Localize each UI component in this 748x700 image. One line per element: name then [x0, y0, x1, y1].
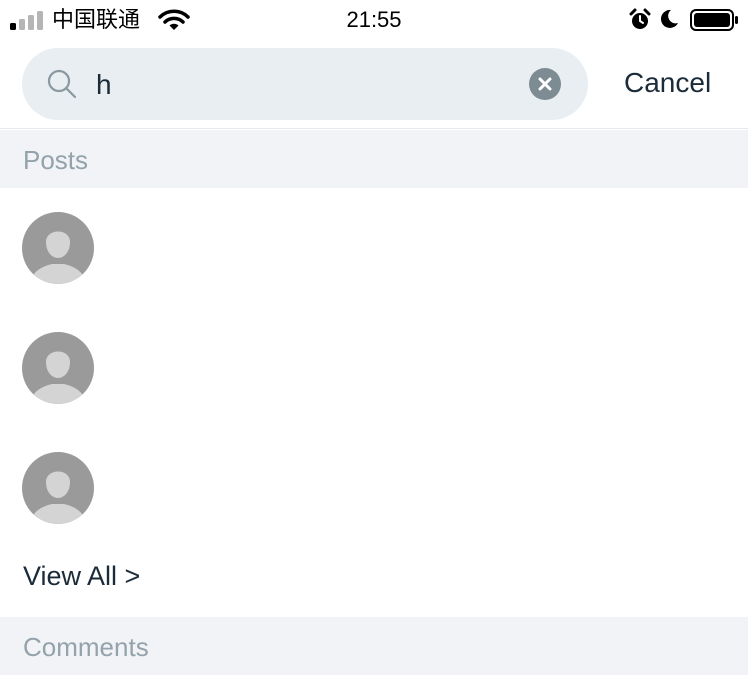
default-avatar-icon: [22, 212, 94, 284]
clear-search-button[interactable]: [529, 68, 561, 100]
post-avatar[interactable]: [22, 332, 94, 404]
search-field[interactable]: [22, 48, 588, 120]
search-icon: [47, 69, 77, 99]
do-not-disturb-icon: [660, 9, 678, 28]
battery-icon: [690, 9, 738, 31]
cancel-button[interactable]: Cancel: [624, 66, 711, 100]
posts-section-header: Posts: [0, 130, 748, 188]
comments-section-header: Comments: [0, 617, 748, 675]
view-all-posts-link[interactable]: View All >: [23, 559, 140, 593]
status-bar: 中国联通 21:55: [0, 0, 748, 40]
default-avatar-icon: [22, 452, 94, 524]
alarm-icon: [629, 8, 651, 29]
post-avatar[interactable]: [22, 452, 94, 524]
default-avatar-icon: [22, 332, 94, 404]
search-bar: Cancel: [0, 40, 748, 129]
posts-section-title: Posts: [23, 145, 89, 175]
comments-section-title: Comments: [23, 632, 149, 662]
search-input[interactable]: [94, 64, 518, 106]
post-avatar[interactable]: [22, 212, 94, 284]
clear-icon: [538, 77, 552, 91]
